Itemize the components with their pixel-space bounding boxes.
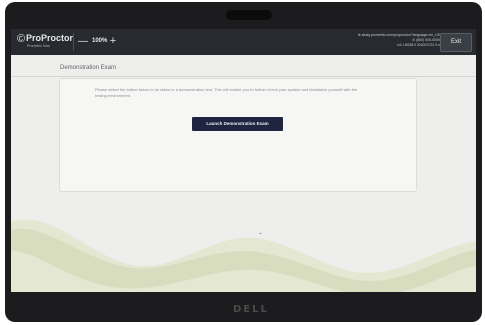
demo-exam-card: Please select the button below to be tak… xyxy=(59,78,417,192)
photo-scene: DELL © ProProctor Prometric Now — 100% +… xyxy=(0,0,485,325)
wave-back xyxy=(11,219,476,292)
zoom-level: 100% xyxy=(92,38,108,44)
zoom-in-button[interactable]: + xyxy=(108,35,118,47)
mouse-pointer-icon: ⌖ xyxy=(259,231,262,237)
launch-demo-exam-button[interactable]: Launch Demonstration Exam xyxy=(192,117,283,131)
page-title: Demonstration Exam xyxy=(60,65,117,71)
logo-text: ProProctor xyxy=(26,33,74,43)
title-divider xyxy=(11,76,476,77)
globe-icon: ⊕ xyxy=(357,33,361,37)
instructions-text: Please select the button below to be tak… xyxy=(95,87,358,98)
zoom-out-button[interactable]: — xyxy=(78,36,88,48)
logo-icon: © xyxy=(17,33,26,45)
support-url: study.prometric.com/proproctor/?language… xyxy=(361,33,440,37)
toolbar-divider xyxy=(73,33,74,51)
phone-icon: ✆ xyxy=(412,38,416,42)
laptop-brand-logo: DELL xyxy=(233,304,269,315)
support-info: ⊕study.prometric.com/proproctor/?languag… xyxy=(330,33,440,48)
version-row: v.6.1.8038.0 2020/07/21 0.x xyxy=(330,43,440,48)
wave-front xyxy=(11,228,476,292)
logo-subtitle: Prometric Now xyxy=(27,44,50,48)
top-toolbar: © ProProctor Prometric Now — 100% + ⊕stu… xyxy=(11,29,476,55)
webcam xyxy=(226,10,272,20)
main-content: Demonstration Exam Please select the but… xyxy=(11,55,476,292)
exit-button[interactable]: Exit xyxy=(440,33,472,52)
support-phone: (800) 000-0000 xyxy=(416,38,440,42)
proproctor-logo: © ProProctor Prometric Now xyxy=(17,32,73,52)
app-window: © ProProctor Prometric Now — 100% + ⊕stu… xyxy=(11,29,476,292)
version-text: v.6.1.8038.0 2020/07/21 0.x xyxy=(396,43,440,47)
